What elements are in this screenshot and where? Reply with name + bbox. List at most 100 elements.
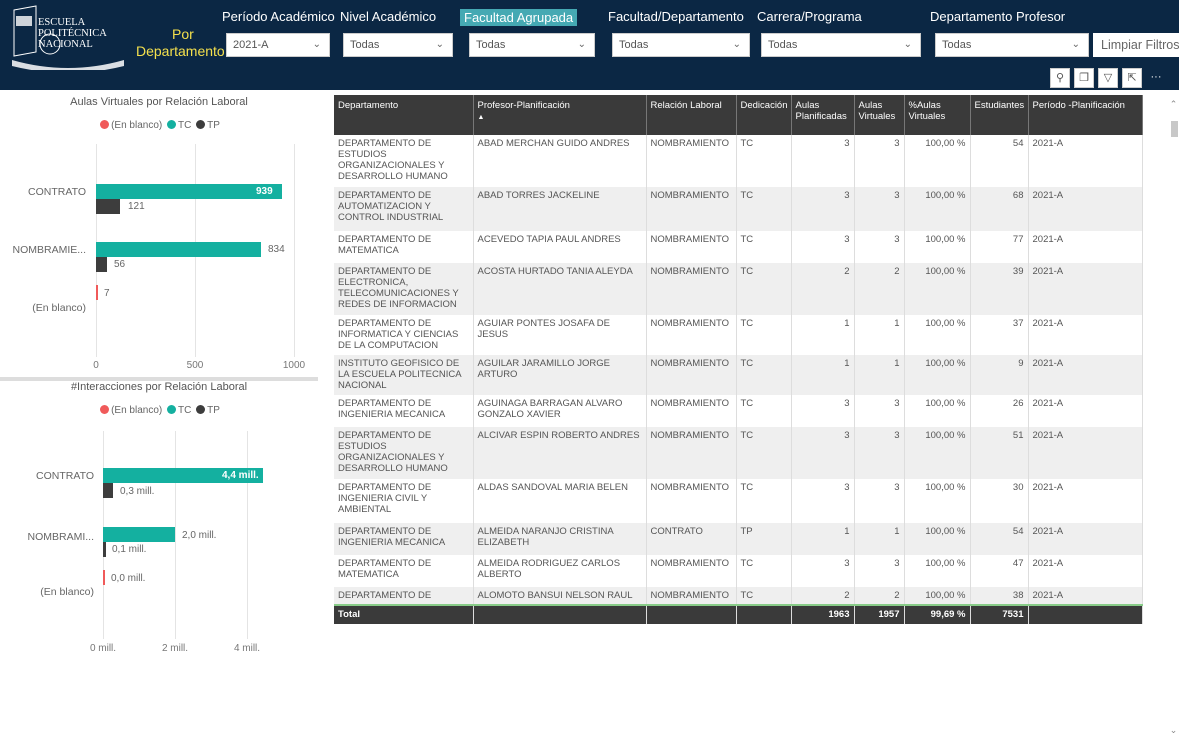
table-cell[interactable]: ALDAS SANDOVAL MARIA BELEN (473, 479, 647, 523)
table-cell[interactable]: DEPARTAMENTO DE ESTUDIOS ORGANIZACIONALE… (334, 135, 474, 187)
table-cell[interactable]: 37 (970, 315, 1029, 355)
table-cell[interactable]: DEPARTAMENTO DE INFORMATICA Y CIENCIAS D… (334, 315, 474, 355)
table-cell[interactable]: 3 (791, 427, 855, 479)
table-cell[interactable]: 3 (854, 395, 905, 427)
column-header-estudiantes[interactable]: Estudiantes (970, 95, 1029, 135)
table-cell[interactable]: AGUINAGA BARRAGAN ALVARO GONZALO XAVIER (473, 395, 647, 427)
bar-tp-nombramiento[interactable] (96, 257, 107, 272)
table-cell[interactable]: DEPARTAMENTO DE (334, 587, 474, 605)
column-header-periodo[interactable]: Período -Planificación (1028, 95, 1143, 135)
table-cell[interactable]: 100,00 % (904, 263, 971, 315)
table-cell[interactable]: 77 (970, 231, 1029, 263)
table-cell[interactable]: TP (736, 523, 792, 555)
table-cell[interactable]: DEPARTAMENTO DE ESTUDIOS ORGANIZACIONALE… (334, 427, 474, 479)
table-cell[interactable]: DEPARTAMENTO DE INGENIERIA MECANICA (334, 395, 474, 427)
table-cell[interactable]: 100,00 % (904, 315, 971, 355)
table-cell[interactable]: INSTITUTO GEOFISICO DE LA ESCUELA POLITE… (334, 355, 474, 395)
table-cell[interactable]: 1 (791, 315, 855, 355)
bar-tp-contrato[interactable] (96, 199, 120, 214)
table-cell[interactable]: 54 (970, 523, 1029, 555)
facultad-departamento-dropdown[interactable]: Todas ⌄ (612, 33, 750, 57)
table-cell[interactable]: 3 (791, 187, 855, 231)
table-cell[interactable]: NOMBRAMIENTO (646, 427, 737, 479)
table-cell[interactable]: 100,00 % (904, 187, 971, 231)
table-cell[interactable]: 3 (791, 135, 855, 187)
table-cell[interactable]: 100,00 % (904, 395, 971, 427)
column-header-profesor[interactable]: Profesor-Planificación ▲ (473, 95, 647, 135)
table-cell[interactable]: DEPARTAMENTO DE MATEMATICA (334, 231, 474, 263)
departamento-profesor-dropdown[interactable]: Todas ⌄ (935, 33, 1089, 57)
bar-tc-nombramiento[interactable] (103, 527, 175, 542)
table-cell[interactable]: 9 (970, 355, 1029, 395)
filter-icon[interactable]: ▽ (1098, 68, 1118, 88)
table-cell[interactable]: 3 (791, 395, 855, 427)
table-cell[interactable]: 3 (854, 427, 905, 479)
table-cell[interactable]: NOMBRAMIENTO (646, 187, 737, 231)
table-cell[interactable]: NOMBRAMIENTO (646, 263, 737, 315)
table-cell[interactable]: TC (736, 427, 792, 479)
table-cell[interactable]: ALMEIDA RODRIGUEZ CARLOS ALBERTO (473, 555, 647, 587)
table-cell[interactable]: 100,00 % (904, 135, 971, 187)
table-row[interactable]: DEPARTAMENTO DE ELECTRONICA, TELECOMUNIC… (334, 263, 1143, 315)
scroll-down-icon[interactable]: ⌄ (1168, 725, 1179, 736)
table-cell[interactable]: ALCIVAR ESPIN ROBERTO ANDRES (473, 427, 647, 479)
column-header-aulas-virtuales[interactable]: Aulas Virtuales (854, 95, 905, 135)
column-header-porcentaje[interactable]: %Aulas Virtuales (904, 95, 971, 135)
table-cell[interactable]: TC (736, 135, 792, 187)
bar-tc-contrato[interactable] (96, 184, 282, 199)
table-cell[interactable]: 39 (970, 263, 1029, 315)
table-cell[interactable]: 2 (791, 263, 855, 315)
table-cell[interactable]: DEPARTAMENTO DE AUTOMATIZACION Y CONTROL… (334, 187, 474, 231)
table-cell[interactable]: 3 (854, 479, 905, 523)
table-cell[interactable]: AGUILAR JARAMILLO JORGE ARTURO (473, 355, 647, 395)
table-cell[interactable]: 2021-A (1028, 427, 1143, 479)
table-cell[interactable]: 2021-A (1028, 587, 1143, 605)
table-cell[interactable]: 47 (970, 555, 1029, 587)
table-cell[interactable]: 26 (970, 395, 1029, 427)
table-cell[interactable]: 100,00 % (904, 355, 971, 395)
table-cell[interactable]: DEPARTAMENTO DE ELECTRONICA, TELECOMUNIC… (334, 263, 474, 315)
table-cell[interactable]: 2 (854, 263, 905, 315)
facultad-agrupada-dropdown[interactable]: Todas ⌄ (469, 33, 595, 57)
table-cell[interactable]: ACOSTA HURTADO TANIA ALEYDA (473, 263, 647, 315)
table-cell[interactable]: 30 (970, 479, 1029, 523)
table-cell[interactable]: 3 (791, 555, 855, 587)
more-options-icon[interactable]: ··· (1146, 68, 1166, 88)
table-cell[interactable]: TC (736, 315, 792, 355)
table-cell[interactable]: NOMBRAMIENTO (646, 479, 737, 523)
table-row[interactable]: DEPARTAMENTO DE ALOMOTO BANSUI NELSON RAU… (334, 587, 1143, 605)
focus-mode-icon[interactable]: ⇱ (1122, 68, 1142, 88)
table-cell[interactable]: ABAD MERCHAN GUIDO ANDRES (473, 135, 647, 187)
table-row[interactable]: DEPARTAMENTO DE INGENIERIA MECANICA ALMEI… (334, 523, 1143, 555)
table-cell[interactable]: 2021-A (1028, 187, 1143, 231)
table-cell[interactable]: TC (736, 231, 792, 263)
bar-tp-nombramiento[interactable] (103, 542, 106, 557)
table-cell[interactable]: TC (736, 263, 792, 315)
table-cell[interactable]: 1 (854, 315, 905, 355)
table-scrollbar[interactable]: ⌃ ⌄ (1168, 95, 1179, 735)
table-cell[interactable]: NOMBRAMIENTO (646, 135, 737, 187)
carrera-dropdown[interactable]: Todas ⌄ (761, 33, 921, 57)
table-cell[interactable]: 38 (970, 587, 1029, 605)
table-cell[interactable]: NOMBRAMIENTO (646, 555, 737, 587)
table-cell[interactable]: 2 (791, 587, 855, 605)
table-cell[interactable]: ACEVEDO TAPIA PAUL ANDRES (473, 231, 647, 263)
table-row[interactable]: DEPARTAMENTO DE INGENIERIA CIVIL Y AMBIE… (334, 479, 1143, 523)
table-cell[interactable]: 100,00 % (904, 555, 971, 587)
table-cell[interactable]: TC (736, 555, 792, 587)
table-cell[interactable]: 2021-A (1028, 263, 1143, 315)
table-cell[interactable]: 3 (791, 231, 855, 263)
bar-blank[interactable] (103, 570, 105, 585)
table-cell[interactable]: TC (736, 479, 792, 523)
table-cell[interactable]: 2021-A (1028, 355, 1143, 395)
table-cell[interactable]: TC (736, 587, 792, 605)
table-cell[interactable]: 100,00 % (904, 523, 971, 555)
table-cell[interactable]: ALOMOTO BANSUI NELSON RAUL (473, 587, 647, 605)
table-row[interactable]: DEPARTAMENTO DE INGENIERIA MECANICA AGUIN… (334, 395, 1143, 427)
table-cell[interactable]: 100,00 % (904, 231, 971, 263)
table-cell[interactable]: 2021-A (1028, 523, 1143, 555)
table-cell[interactable]: 2 (854, 587, 905, 605)
bar-tp-contrato[interactable] (103, 483, 113, 498)
table-cell[interactable]: 3 (854, 135, 905, 187)
table-cell[interactable]: NOMBRAMIENTO (646, 587, 737, 605)
